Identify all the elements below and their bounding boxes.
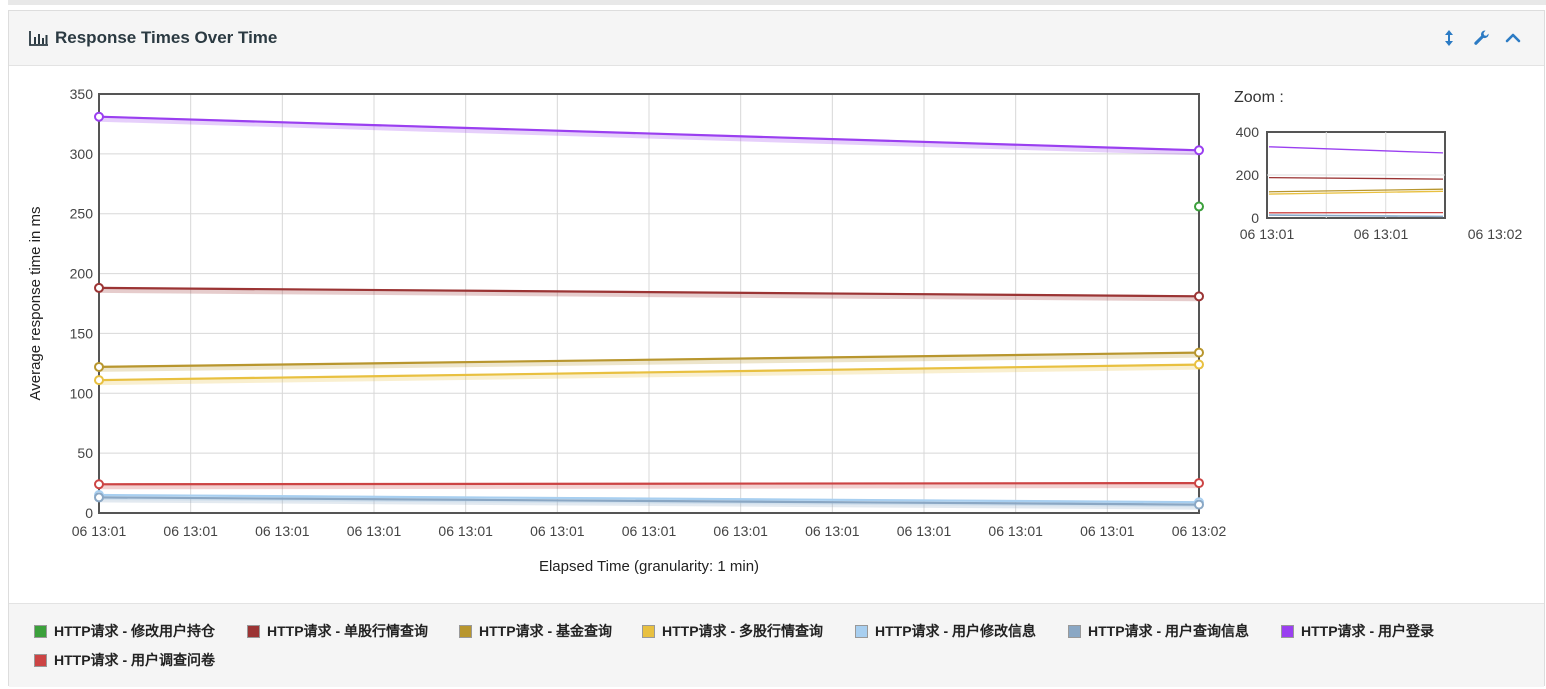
legend-label: HTTP请求 - 多股行情查询 [662,623,823,639]
legend-label: HTTP请求 - 修改用户持仓 [54,623,215,639]
series-point [94,375,104,386]
series-point [94,361,104,372]
x-tick-label: 06 13:01 [72,523,127,539]
chart-grid [98,93,1200,514]
series-point [1194,291,1204,302]
legend-swatch [34,624,47,638]
zoom-label: Zoom : [1234,89,1284,106]
legend-swatch [247,624,260,638]
y-tick-label: 0 [85,505,93,521]
y-tick-label: 100 [70,385,94,401]
response-time-chart[interactable]: 35030025020015010050006 13:01 06 13:01 06 … [9,11,1544,603]
zoom-x-tick-label: 06 13:02 [1468,226,1523,242]
x-tick-label: 06 13:01 [897,523,952,539]
series-point [1194,201,1204,212]
series-point [1194,347,1204,358]
zoom-y-tick-label: 400 [1236,124,1260,140]
series-group [1194,201,1204,212]
y-tick-label: 50 [77,445,93,461]
zoom-y-tick-label: 0 [1251,210,1259,226]
legend-swatch [855,624,868,638]
legend-swatch [1281,624,1294,638]
legend-label: HTTP请求 - 单股行情查询 [267,623,428,639]
y-tick-label: 300 [70,146,94,162]
legend-label: HTTP请求 - 用户查询信息 [1088,623,1249,639]
series-line [98,482,1200,486]
series-line-shadow [98,482,1200,490]
y-tick-label: 150 [70,325,94,341]
response-times-panel: Response Times Over Time 350 300 250 200 150… [8,10,1545,687]
x-tick-label: 06 13:01 [530,523,585,539]
x-tick-label: 06 13:01 [1080,523,1135,539]
legend-label: HTTP请求 - 基金查询 [479,623,612,639]
x-tick-label: 06 13:01 [163,523,218,539]
series-point [1194,478,1204,489]
y-tick-label: 250 [70,206,94,222]
x-tick-label: 06 13:01 [347,523,402,539]
y-tick-label: 200 [70,266,94,282]
series-point [94,282,104,293]
series-point [94,492,104,503]
x-tick-label: 06 13:02 [1172,523,1227,539]
legend-item[interactable]: HTTP请求 - 单股行情查询 [247,621,428,641]
series-point [1194,145,1204,156]
legend-swatch [34,653,47,667]
zoom-y-tick-label: 200 [1236,167,1260,183]
zoom-x-tick-label: 06 13:01 [1354,226,1409,242]
top-strip [8,0,1546,5]
chart-legend: HTTP请求 - 修改用户持仓 HTTP请求 - 单股行情查询 HTTP请求 - 基… [9,603,1544,687]
legend-swatch [459,624,472,638]
legend-swatch [642,624,655,638]
legend-label: HTTP请求 - 用户调查问卷 [54,652,215,668]
legend-label: HTTP请求 - 用户登录 [1301,623,1434,639]
y-axis-label: Average response time in ms [27,207,44,401]
x-tick-label: 06 13:01 [255,523,310,539]
legend-swatch [1068,624,1081,638]
legend-item[interactable]: HTTP请求 - 用户修改信息 [855,621,1036,641]
legend-label: HTTP请求 - 用户修改信息 [875,623,1036,639]
zoom-chart: 400200006 13:01 06 13:01 06 13:02 [1236,124,1523,242]
series-point [1194,499,1204,510]
series-point [94,479,104,490]
x-tick-label: 06 13:01 [713,523,768,539]
legend-item[interactable]: HTTP请求 - 用户查询信息 [1068,621,1249,641]
x-axis-label: Elapsed Time (granularity: 1 min) [539,558,759,575]
legend-item[interactable]: HTTP请求 - 用户调查问卷 [34,650,215,670]
legend-item[interactable]: HTTP请求 - 修改用户持仓 [34,621,215,641]
x-tick-label: 06 13:01 [988,523,1043,539]
legend-item[interactable]: HTTP请求 - 多股行情查询 [642,621,823,641]
y-tick-label: 350 [70,86,94,102]
x-tick-label: 06 13:01 [622,523,677,539]
x-tick-label: 06 13:01 [438,523,493,539]
zoom-x-tick-label: 06 13:01 [1240,226,1295,242]
x-tick-label: 06 13:01 [805,523,860,539]
legend-item[interactable]: HTTP请求 - 用户登录 [1281,621,1434,641]
series-point [94,111,104,122]
series-point [1194,359,1204,370]
legend-item[interactable]: HTTP请求 - 基金查询 [459,621,612,641]
